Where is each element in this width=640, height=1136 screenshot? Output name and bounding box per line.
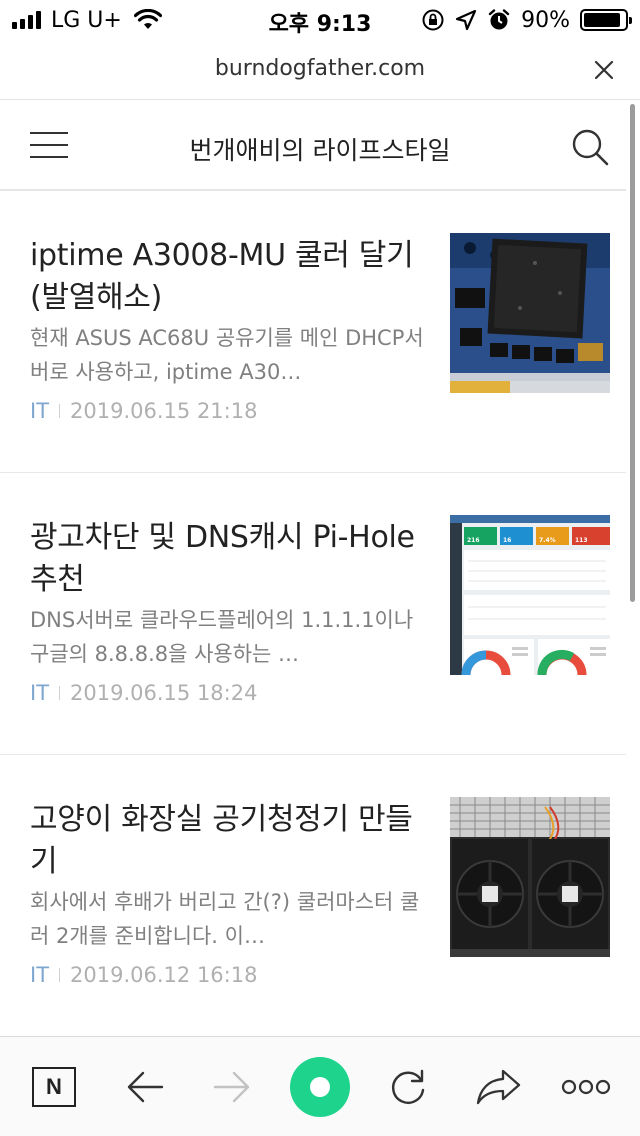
article-title[interactable]: iptime A3008-MU 쿨러 달기 (발열해소)	[30, 235, 425, 319]
thumb-stat: 113	[575, 537, 588, 544]
status-right: 90%	[421, 6, 632, 34]
back-arrow-icon[interactable]	[120, 1062, 170, 1112]
meta-divider	[59, 686, 61, 700]
article-thumbnail[interactable]: 216 16 7.4% 113	[450, 515, 610, 675]
search-icon[interactable]	[570, 127, 610, 167]
more-icon[interactable]	[560, 1062, 612, 1112]
scrollbar-thumb[interactable]	[630, 104, 635, 602]
article-snippet[interactable]: 회사에서 후배가 버리고 간(?) 쿨러마스터 쿨러 2개를 준비합니다. 이…	[30, 885, 425, 953]
thumb-stat: 16	[503, 537, 511, 544]
article-date: 2019.06.15 18:24	[70, 681, 258, 705]
naver-icon[interactable]: N	[29, 1062, 79, 1112]
blog-title[interactable]: 번개애비의 라이프스타일	[0, 131, 640, 167]
forward-arrow-icon[interactable]	[207, 1062, 257, 1112]
article-category[interactable]: IT	[30, 399, 49, 423]
status-bar: LG U+ 오후 9:13 90%	[0, 0, 640, 40]
rotation-lock-icon	[422, 9, 444, 31]
article-item[interactable]: 광고차단 및 DNS캐시 Pi-Hole 추천 DNS서버로 클라우드플레어의 …	[0, 473, 626, 755]
meta-divider	[59, 968, 61, 982]
battery-percent: 90%	[521, 7, 570, 33]
article-item[interactable]: iptime A3008-MU 쿨러 달기 (발열해소) 현재 ASUS AC6…	[0, 191, 626, 473]
article-date: 2019.06.12 16:18	[70, 963, 258, 987]
article-thumbnail[interactable]	[450, 797, 610, 957]
url-bar[interactable]: burndogfather.com	[0, 40, 640, 100]
share-icon[interactable]	[473, 1062, 523, 1112]
article-category[interactable]: IT	[30, 681, 49, 705]
thumb-stat: 7.4%	[539, 537, 556, 544]
article-meta: IT 2019.06.12 16:18	[30, 963, 257, 987]
naver-logo: N	[32, 1067, 76, 1107]
alarm-icon	[488, 9, 510, 30]
meta-divider	[59, 404, 61, 418]
bottom-toolbar: N	[0, 1036, 640, 1136]
article-date: 2019.06.15 21:18	[70, 399, 258, 423]
close-icon[interactable]	[590, 56, 618, 84]
article-meta: IT 2019.06.15 18:24	[30, 681, 257, 705]
article-category[interactable]: IT	[30, 963, 49, 987]
article-snippet[interactable]: 현재 ASUS AC68U 공유기를 메인 DHCP서버로 사용하고, ipti…	[30, 321, 425, 389]
article-title[interactable]: 고양이 화장실 공기청정기 만들기	[30, 799, 425, 883]
article-title[interactable]: 광고차단 및 DNS캐시 Pi-Hole 추천	[30, 517, 425, 601]
battery-icon	[580, 9, 632, 31]
location-icon	[455, 9, 477, 31]
article-snippet[interactable]: DNS서버로 클라우드플레어의 1.1.1.1이나 구글의 8.8.8.8을 사…	[30, 603, 425, 671]
article-item[interactable]: 고양이 화장실 공기청정기 만들기 회사에서 후배가 버리고 간(?) 쿨러마스…	[0, 755, 626, 1037]
blog-header: 번개애비의 라이프스타일	[0, 101, 626, 191]
url-text[interactable]: burndogfather.com	[0, 56, 640, 81]
article-thumbnail[interactable]	[450, 233, 610, 393]
refresh-icon[interactable]	[383, 1062, 433, 1112]
battery-fill	[584, 13, 620, 27]
green-home-icon[interactable]	[290, 1057, 350, 1117]
article-meta: IT 2019.06.15 21:18	[30, 399, 257, 423]
thumb-stat: 216	[467, 537, 480, 544]
